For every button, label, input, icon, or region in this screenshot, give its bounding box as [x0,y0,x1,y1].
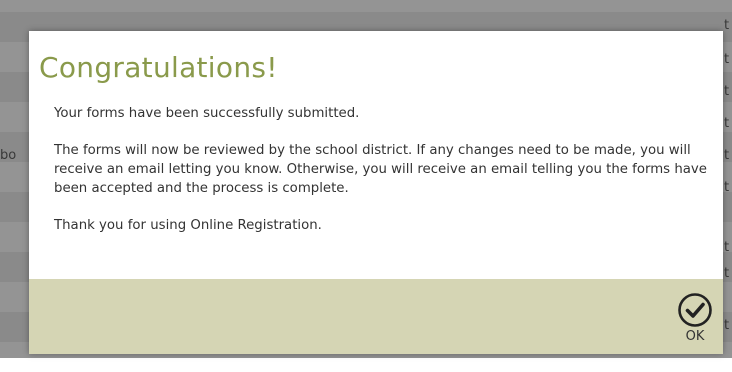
check-circle-icon [678,293,712,327]
dialog-body: Your forms have been successfully submit… [54,104,714,253]
dialog-message-thanks: Thank you for using Online Registration. [54,218,322,233]
dialog-message-review: The forms will now be reviewed by the sc… [54,143,707,196]
dialog-title: Congratulations! [39,51,278,84]
ok-label: OK [685,329,705,344]
confirmation-dialog: Congratulations! Your forms have been su… [29,31,723,354]
dialog-message-success: Your forms have been successfully submit… [54,106,360,121]
ok-button[interactable]: OK [673,292,717,350]
dialog-footer: OK [29,279,723,354]
